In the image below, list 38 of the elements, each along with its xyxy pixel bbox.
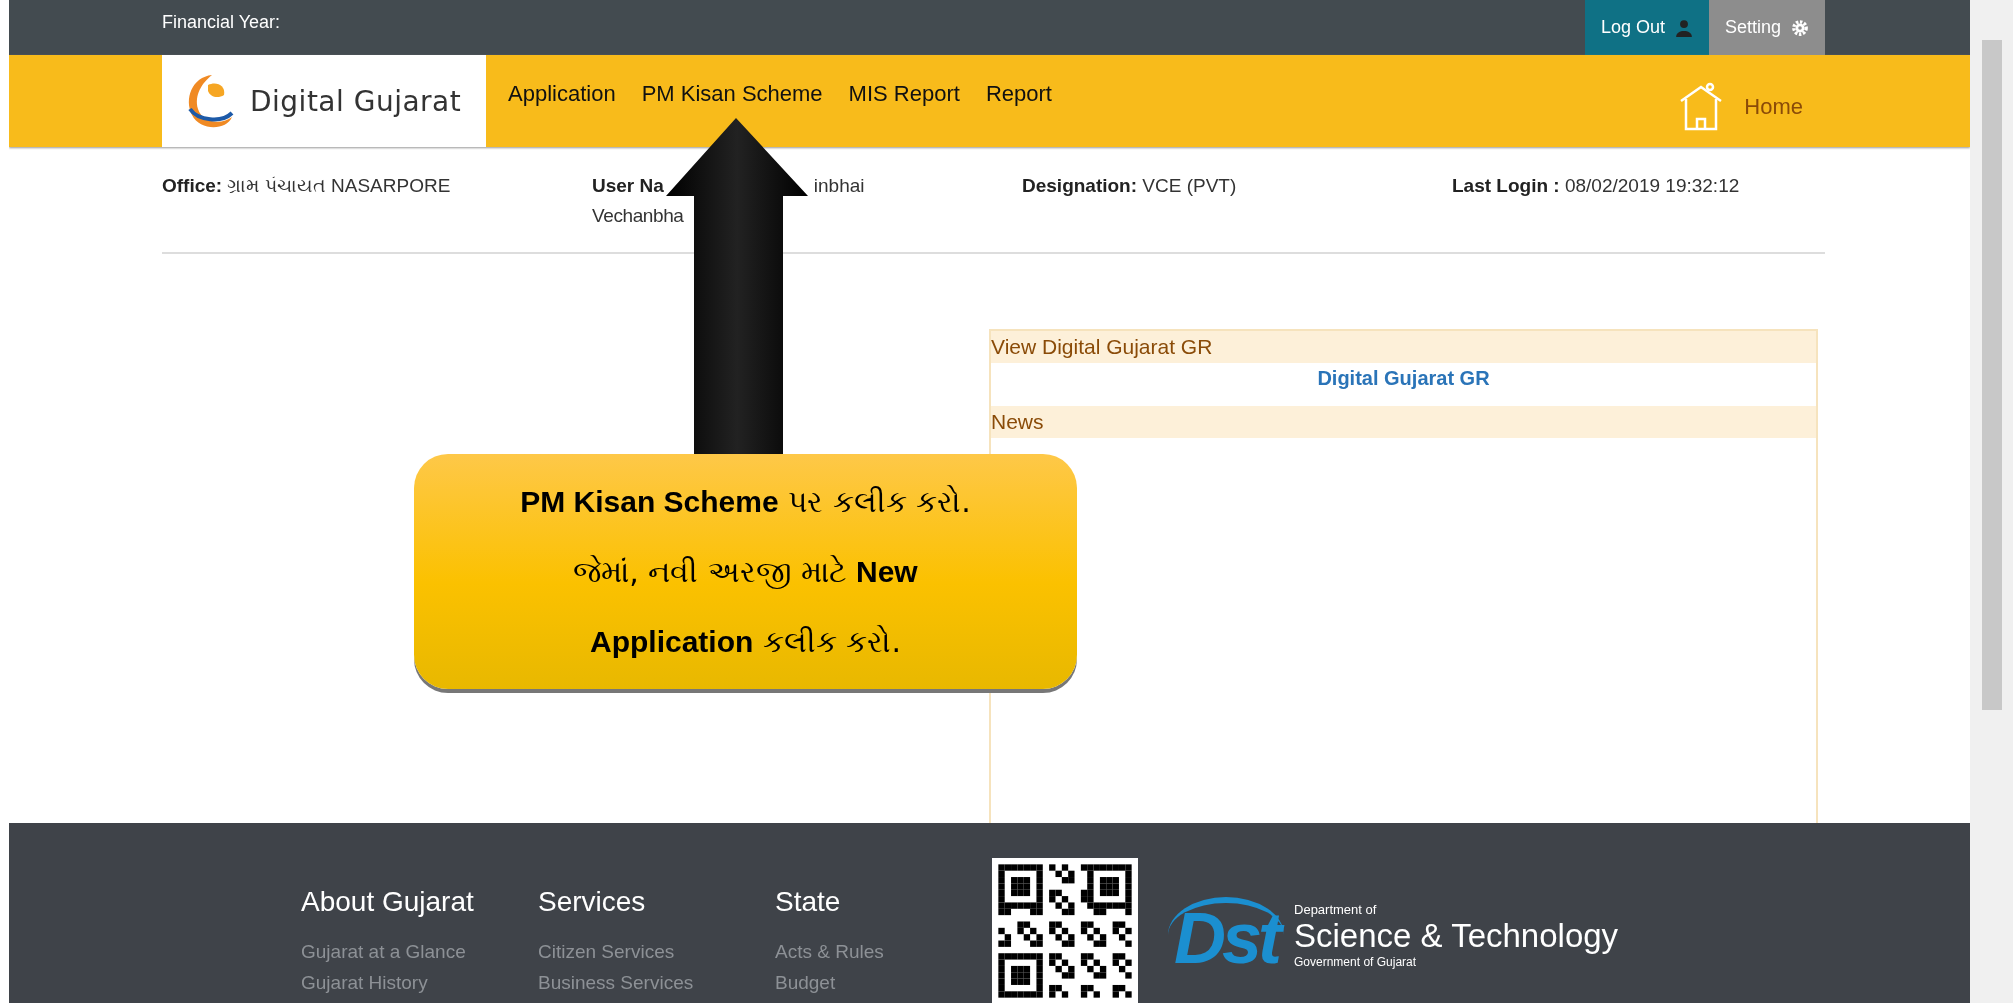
user-icon	[1674, 18, 1693, 37]
panel-header: View Digital Gujarat GR	[991, 331, 1816, 363]
footer-link[interactable]: Gujarat History	[301, 967, 428, 998]
dst-logo-mark: Dst	[1168, 897, 1284, 973]
instruction-text: જેમાં, નવી અરજી માટે New	[573, 552, 918, 591]
footer-link[interactable]: Business Services	[538, 967, 694, 998]
user-name-label: User Na	[592, 174, 664, 198]
menu-link[interactable]: Application	[504, 81, 620, 107]
footer-link[interactable]: Acts & Rules	[775, 936, 884, 967]
department-text: Department of	[1294, 901, 1378, 917]
user-name-value: Vechanbha	[592, 204, 684, 228]
logout-button[interactable]: Log Out	[1584, 0, 1709, 55]
department-name: Science & Technology	[1294, 916, 1619, 955]
menu-link[interactable]: Report	[981, 81, 1056, 107]
footer-heading: About Gujarat	[301, 886, 475, 918]
menu-link[interactable]: PM Kisan Scheme	[637, 81, 827, 107]
designation-info: Designation: VCE (PVT)	[1022, 174, 1238, 198]
footer-link[interactable]: Gujarat at a Glance	[301, 936, 466, 967]
home-link[interactable]: Home	[1674, 81, 1807, 133]
footer-heading: Services	[538, 886, 647, 918]
gr-link[interactable]: Digital Gujarat GR	[991, 363, 1816, 406]
footer-link[interactable]: Citizen Services	[538, 936, 675, 967]
user-name-value: inbhai	[813, 174, 865, 198]
setting-button[interactable]: Setting	[1708, 0, 1825, 55]
instruction-text: Application કલીક કરો.	[590, 622, 901, 661]
financial-year-label: Financial Year:	[162, 11, 282, 34]
footer-heading: State	[775, 886, 842, 918]
settings-icon	[1791, 18, 1809, 37]
panel-header: News	[991, 406, 1816, 438]
government-text: Government of Gujarat	[1294, 954, 1418, 969]
scrollbar[interactable]	[1970, 0, 2013, 1003]
instruction-text: PM Kisan Scheme પર કલીક કરો.	[520, 482, 971, 521]
logo-text: Digital Gujarat	[250, 84, 462, 118]
footer-link[interactable]: Budget	[775, 967, 836, 998]
menu-link[interactable]: MIS Report	[844, 81, 964, 107]
qr-code-icon	[992, 858, 1138, 1003]
office-info: Office: ગ્રામ પંચાયત NASARPORE	[162, 174, 452, 198]
last-login-info: Last Login : 08/02/2019 19:32:12	[1452, 174, 1741, 198]
